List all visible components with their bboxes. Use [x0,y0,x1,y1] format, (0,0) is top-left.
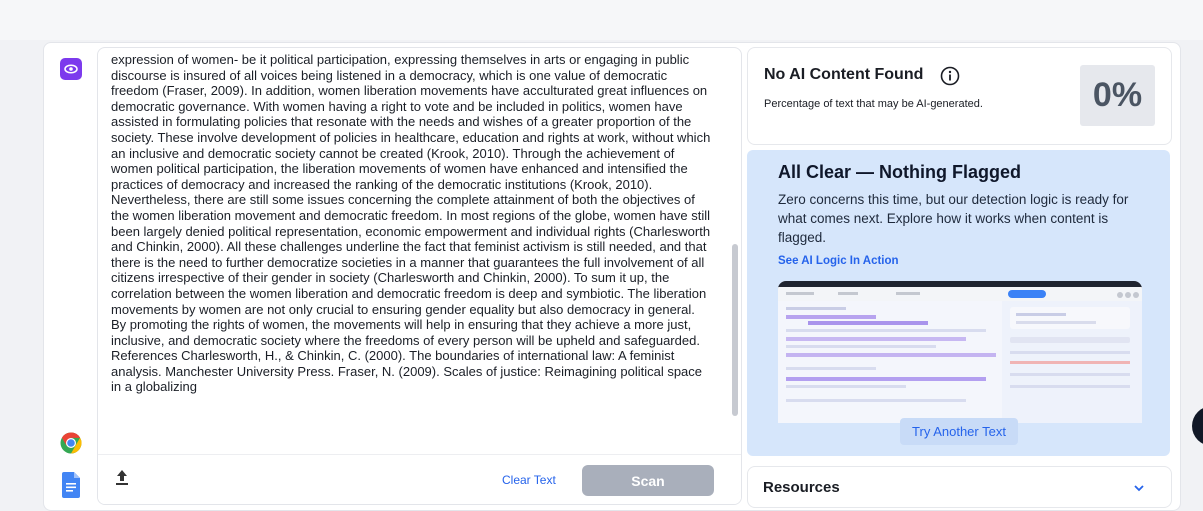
result-subtitle: Percentage of text that may be AI-genera… [764,98,983,110]
try-another-text-button[interactable]: Try Another Text [900,418,1018,445]
result-summary: No AI Content Found Percentage of text t… [747,47,1172,145]
input-text[interactable]: expression of women- be it political par… [111,52,711,454]
help-chat-button[interactable] [1192,406,1203,446]
chevron-down-icon[interactable] [1132,481,1146,495]
panel-title: All Clear — Nothing Flagged [778,162,1022,182]
ai-percentage: 0% [1080,65,1155,126]
text-editor: expression of women- be it political par… [97,47,742,505]
preview-illustration [778,281,1142,423]
editor-footer: Clear Text Scan [98,454,741,504]
clear-text-button[interactable]: Clear Text [502,473,556,487]
scan-button[interactable]: Scan [582,465,714,496]
google-docs-icon[interactable] [62,472,80,498]
resources-label: Resources [763,479,840,496]
resources-accordion[interactable]: Resources [747,466,1172,508]
chrome-icon-glyph [60,432,82,454]
panel-description: Zero concerns this time, but our detecti… [778,192,1129,245]
scrollbar[interactable] [732,244,738,416]
preview-screenshot [778,281,1142,423]
eye-icon-glyph [64,64,78,74]
info-icon[interactable] [940,66,960,86]
result-title: No AI Content Found [764,66,924,83]
eye-icon[interactable] [60,58,82,80]
google-docs-icon-glyph [62,472,80,498]
page-top-background [0,0,1203,40]
see-ai-logic-link[interactable]: See AI Logic In Action [778,255,899,267]
upload-icon[interactable] [114,469,130,487]
chrome-icon[interactable] [60,432,82,454]
all-clear-panel: All Clear — Nothing Flagged Zero concern… [747,150,1170,456]
